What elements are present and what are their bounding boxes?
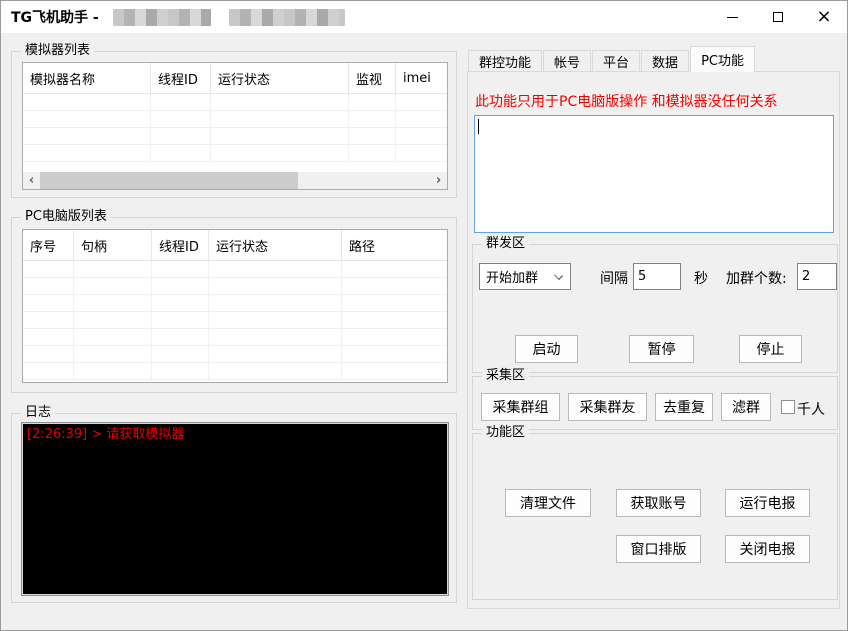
- pc-function-panel: 此功能只用于PC电脑版操作 和模拟器没任何关系 群发区 开始加群 间隔 秒 加群…: [467, 71, 840, 609]
- scroll-right-icon[interactable]: ›: [430, 172, 447, 189]
- collect-groups-button[interactable]: 采集群组: [481, 393, 560, 421]
- chevron-down-icon: [554, 271, 563, 280]
- thousand-checkbox-label[interactable]: 千人: [797, 399, 825, 419]
- app-window: TG飞机助手 - × 模拟器列表 模拟器名称 线程ID 运行状态 监视 imei: [0, 0, 848, 631]
- maximize-button[interactable]: [755, 1, 801, 33]
- redacted-block: [112, 8, 211, 26]
- scroll-left-icon[interactable]: ‹: [23, 172, 40, 189]
- table-row: [23, 329, 447, 346]
- warning-text: 此功能只用于PC电脑版操作 和模拟器没任何关系: [475, 94, 778, 110]
- log-console[interactable]: [2:26:39] > 请获取模拟器: [21, 422, 449, 596]
- column-header[interactable]: 线程ID: [152, 230, 209, 260]
- pause-button[interactable]: 暂停: [629, 335, 694, 363]
- minimize-button[interactable]: [709, 1, 755, 33]
- table-row: [23, 111, 447, 128]
- run-telegram-button[interactable]: 运行电报: [725, 489, 810, 517]
- table-row: [23, 295, 447, 312]
- column-header[interactable]: 序号: [23, 230, 74, 260]
- emulator-list-group: 模拟器列表 模拟器名称 线程ID 运行状态 监视 imei ‹ ›: [11, 43, 457, 198]
- tab-strip: 群控功能 帐号 平台 数据 PC功能: [468, 46, 756, 72]
- collect-members-button[interactable]: 采集群友: [568, 393, 647, 421]
- log-group-title: 日志: [21, 405, 56, 421]
- pc-list-group: PC电脑版列表 序号 句柄 线程ID 运行状态 路径: [11, 209, 457, 393]
- function-group: 功能区 清理文件 获取账号 运行电报 窗口排版 关闭电报: [472, 425, 838, 600]
- action-select[interactable]: 开始加群: [479, 263, 571, 290]
- interval-input[interactable]: [633, 263, 681, 290]
- table-row: [23, 128, 447, 145]
- tab-account[interactable]: 帐号: [543, 50, 592, 72]
- start-button[interactable]: 启动: [515, 335, 578, 363]
- column-header[interactable]: 线程ID: [151, 63, 211, 93]
- column-header[interactable]: 路径: [342, 230, 447, 260]
- close-telegram-button[interactable]: 关闭电报: [725, 535, 810, 563]
- horizontal-scrollbar[interactable]: ‹ ›: [23, 172, 447, 189]
- table-row: [23, 94, 447, 111]
- close-button[interactable]: ×: [801, 1, 847, 33]
- stop-button[interactable]: 停止: [739, 335, 802, 363]
- window-controls: ×: [709, 1, 847, 33]
- column-header[interactable]: imei: [396, 63, 445, 93]
- column-header[interactable]: 句柄: [74, 230, 152, 260]
- collect-group-title: 采集区: [482, 368, 530, 384]
- collect-group: 采集区 采集群组 采集群友 去重复 滤群 千人: [472, 368, 838, 430]
- filter-groups-button[interactable]: 滤群: [721, 393, 771, 421]
- get-accounts-button[interactable]: 获取账号: [616, 489, 701, 517]
- window-title: TG飞机助手 -: [11, 10, 99, 26]
- column-header[interactable]: 监视: [349, 63, 396, 93]
- column-header[interactable]: 模拟器名称: [23, 63, 151, 93]
- table-row: [23, 278, 447, 295]
- table-row: [23, 312, 447, 329]
- table-row: [23, 363, 447, 380]
- tab-data[interactable]: 数据: [641, 50, 690, 72]
- function-group-title: 功能区: [482, 425, 530, 441]
- scrollbar-thumb[interactable]: [40, 172, 298, 189]
- emulator-list-table[interactable]: 模拟器名称 线程ID 运行状态 监视 imei ‹ ›: [22, 62, 448, 190]
- table-row: [23, 145, 447, 162]
- emulator-table-header: 模拟器名称 线程ID 运行状态 监视 imei: [23, 63, 447, 94]
- titlebar: TG飞机助手 - ×: [1, 1, 847, 33]
- log-entry: [2:26:39] > 请获取模拟器: [27, 427, 185, 442]
- minimize-icon: [726, 16, 738, 18]
- thousand-checkbox[interactable]: [781, 400, 795, 414]
- table-row: [23, 261, 447, 278]
- mass-send-group: 群发区 开始加群 间隔 秒 加群个数: 启动 暂停 停止: [472, 236, 838, 373]
- join-count-input[interactable]: [797, 263, 837, 290]
- pc-list-group-title: PC电脑版列表: [21, 209, 111, 225]
- pc-list-table[interactable]: 序号 句柄 线程ID 运行状态 路径: [22, 229, 448, 383]
- clean-files-button[interactable]: 清理文件: [505, 489, 591, 517]
- seconds-label: 秒: [694, 271, 708, 287]
- join-count-label: 加群个数:: [726, 271, 787, 287]
- maximize-icon: [773, 12, 783, 22]
- action-select-value: 开始加群: [486, 271, 539, 286]
- interval-label: 间隔: [600, 271, 628, 287]
- tab-group-control[interactable]: 群控功能: [468, 50, 543, 72]
- redacted-block: [228, 8, 345, 26]
- log-group: 日志 [2:26:39] > 请获取模拟器: [11, 405, 457, 603]
- column-header[interactable]: 运行状态: [211, 63, 349, 93]
- pc-table-header: 序号 句柄 线程ID 运行状态 路径: [23, 230, 447, 261]
- column-header[interactable]: 运行状态: [209, 230, 342, 260]
- tab-pc-function[interactable]: PC功能: [690, 46, 755, 72]
- tab-platform[interactable]: 平台: [592, 50, 641, 72]
- text-cursor: [478, 119, 479, 134]
- dedupe-button[interactable]: 去重复: [655, 393, 713, 421]
- emulator-list-group-title: 模拟器列表: [21, 43, 95, 59]
- close-icon: ×: [816, 6, 832, 27]
- mass-send-group-title: 群发区: [482, 236, 530, 252]
- arrange-windows-button[interactable]: 窗口排版: [616, 535, 701, 563]
- group-links-textarea[interactable]: [474, 115, 834, 233]
- table-row: [23, 346, 447, 363]
